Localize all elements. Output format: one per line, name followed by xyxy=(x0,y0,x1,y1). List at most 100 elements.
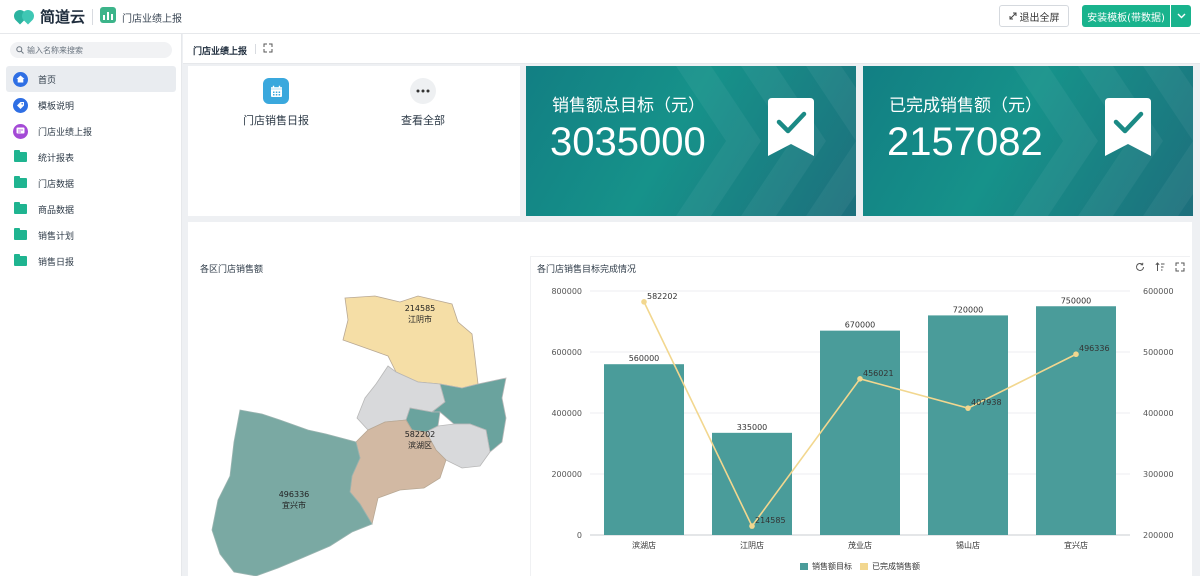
stat-label: 销售额总目标（元） xyxy=(552,96,705,116)
line-point xyxy=(641,299,647,305)
y-left-tick-label: 0 xyxy=(577,531,582,540)
page-title: 门店业绩上报 xyxy=(193,47,248,57)
x-tick-label: 江阴店 xyxy=(740,540,764,550)
line-point xyxy=(857,376,863,382)
folder-icon xyxy=(12,227,28,243)
y-right-tick-label: 500000 xyxy=(1143,348,1174,357)
stat-card-completed-sales: 已完成销售额（元） 2157082 xyxy=(863,66,1193,216)
sidebar-item-daily-sales[interactable]: 销售日报 xyxy=(6,248,176,274)
map-title: 各区门店销售额 xyxy=(200,265,264,275)
legend-label: 销售额目标 xyxy=(812,561,852,571)
shortcut-card: 门店销售日报 查看全部 xyxy=(188,66,520,216)
bar-mark xyxy=(1036,306,1116,535)
stat-value: 2157082 xyxy=(887,120,1043,164)
sidebar-search[interactable] xyxy=(10,42,172,58)
check-badge-icon xyxy=(1105,98,1151,156)
logo-mark-icon xyxy=(11,7,37,27)
legend-label: 已完成销售额 xyxy=(872,561,920,571)
sidebar-item-label: 门店数据 xyxy=(38,179,75,190)
line-point xyxy=(1073,351,1079,358)
map-region-name: 滨湖区 xyxy=(408,440,432,450)
folder-icon xyxy=(12,175,28,191)
district-map: 214585 江阴市 582202 滨湖区 496336 宜兴市 xyxy=(211,295,507,576)
y-left-tick-label: 400000 xyxy=(551,409,582,418)
line-value-label: 456021 xyxy=(863,369,894,378)
map-region-name: 宜兴市 xyxy=(282,500,306,510)
exit-fullscreen-button[interactable]: 退出全屏 xyxy=(999,5,1069,27)
search-icon xyxy=(16,46,24,54)
search-input[interactable] xyxy=(27,45,167,55)
y-left-tick-label: 200000 xyxy=(551,470,582,479)
top-bar: 简道云 门店业绩上报 退出全屏 安装模板(带数据) xyxy=(0,0,1200,34)
install-template-button[interactable]: 安装模板(带数据) xyxy=(1082,5,1170,27)
sidebar-item-label: 门店业绩上报 xyxy=(38,127,93,138)
sidebar: 首页 模板说明 门店业绩上报 统计报表 门店数据 商品数据 xyxy=(0,34,182,576)
chart-toolbar xyxy=(1135,262,1185,272)
check-badge-icon xyxy=(768,98,814,156)
x-tick-label: 茂业店 xyxy=(848,540,872,550)
sidebar-item-home[interactable]: 首页 xyxy=(6,66,176,92)
shortcut-daily-sales[interactable]: 门店销售日报 xyxy=(226,78,326,128)
stat-label: 已完成销售额（元） xyxy=(889,96,1042,116)
home-icon xyxy=(12,71,28,87)
sidebar-item-store-data[interactable]: 门店数据 xyxy=(6,170,176,196)
sidebar-item-label: 销售日报 xyxy=(38,257,75,268)
shortcut-label: 查看全部 xyxy=(401,114,445,127)
shortcut-view-all[interactable]: 查看全部 xyxy=(373,78,473,128)
map-region-value: 582202 xyxy=(405,430,436,439)
app-name[interactable]: 门店业绩上报 xyxy=(122,10,182,25)
exit-fullscreen-label: 退出全屏 xyxy=(1019,12,1060,24)
bar-mark xyxy=(820,330,900,535)
sidebar-item-label: 统计报表 xyxy=(38,153,75,164)
app-chart-icon xyxy=(100,7,116,23)
sidebar-item-label: 商品数据 xyxy=(38,205,75,216)
install-options-button[interactable] xyxy=(1171,5,1191,27)
y-right-tick-label: 300000 xyxy=(1143,470,1174,479)
folder-icon xyxy=(12,253,28,269)
bar-value-label: 670000 xyxy=(845,321,876,330)
sidebar-item-sales-plan[interactable]: 销售计划 xyxy=(6,222,176,248)
map-region-value: 496336 xyxy=(279,490,310,499)
sidebar-item-label: 销售计划 xyxy=(38,231,75,242)
shortcut-label: 门店销售日报 xyxy=(243,114,309,127)
page-header: 门店业绩上报 xyxy=(183,34,1200,64)
sales-target-chart: 0 200000 400000 600000 800000 200000 300000 400… xyxy=(551,287,1174,571)
y-right-tick-label: 600000 xyxy=(1143,287,1174,296)
map-region-value: 214585 xyxy=(405,304,436,313)
stat-card-sales-target: 销售额总目标（元） 3035000 xyxy=(526,66,856,216)
tag-icon xyxy=(12,97,28,113)
stat-value: 3035000 xyxy=(550,120,706,164)
sidebar-item-product-data[interactable]: 商品数据 xyxy=(6,196,176,222)
legend-swatch xyxy=(800,563,808,570)
fullscreen-icon[interactable] xyxy=(1175,262,1185,272)
line-point xyxy=(965,405,971,411)
line-value-label: 214585 xyxy=(755,516,786,525)
more-icon xyxy=(410,78,436,104)
legend-swatch xyxy=(860,563,868,570)
sidebar-item-label: 模板说明 xyxy=(38,101,75,112)
x-tick-label: 滨湖店 xyxy=(632,540,656,550)
y-right-tick-label: 400000 xyxy=(1143,409,1174,418)
sidebar-nav: 首页 模板说明 门店业绩上报 统计报表 门店数据 商品数据 销售计划 销售日报 xyxy=(6,66,176,274)
sidebar-item-template-notes[interactable]: 模板说明 xyxy=(6,92,176,118)
line-value-label: 582202 xyxy=(647,292,678,301)
brand-name: 简道云 xyxy=(40,8,86,26)
fullscreen-icon[interactable] xyxy=(263,43,273,53)
divider xyxy=(92,9,93,25)
folder-icon xyxy=(12,149,28,165)
brand-logo[interactable]: 简道云 xyxy=(11,6,86,27)
bar-value-label: 560000 xyxy=(629,354,660,363)
calendar-icon xyxy=(263,78,289,104)
chevron-down-icon xyxy=(1177,13,1185,19)
y-left-tick-label: 800000 xyxy=(551,287,582,296)
sidebar-item-store-report[interactable]: 门店业绩上报 xyxy=(6,118,176,144)
bar-mark xyxy=(928,315,1008,535)
line-value-label: 407938 xyxy=(971,398,1002,407)
sidebar-item-statistics[interactable]: 统计报表 xyxy=(6,144,176,170)
bar-value-label: 720000 xyxy=(953,305,984,314)
bar-mark xyxy=(604,364,684,535)
refresh-icon[interactable] xyxy=(1135,262,1145,272)
line-point xyxy=(749,523,755,529)
sort-icon[interactable] xyxy=(1155,262,1165,272)
sidebar-item-label: 首页 xyxy=(38,75,57,86)
